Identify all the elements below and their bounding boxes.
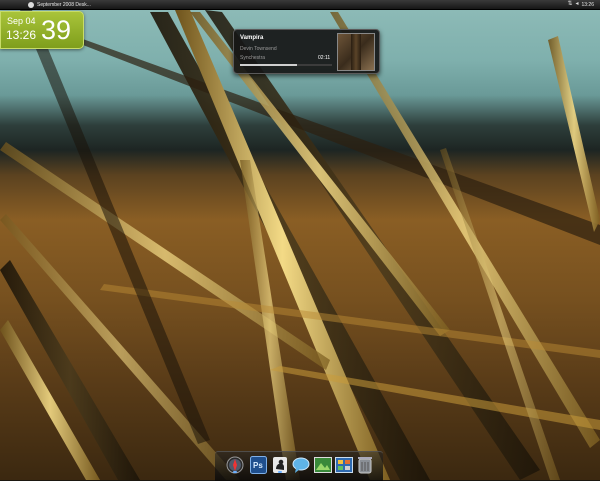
progress-bar[interactable] xyxy=(240,64,332,66)
arrow-updown-icon[interactable]: ⇅ xyxy=(567,0,572,9)
photo-image-icon[interactable] xyxy=(313,455,333,475)
photoshop-icon[interactable]: Ps xyxy=(248,455,268,475)
adium-duck-icon[interactable] xyxy=(270,455,290,475)
menubar-clock[interactable]: 13:26 xyxy=(581,2,594,8)
clock-widget[interactable]: Sep 04 13:26 39 xyxy=(0,11,84,49)
dock: Ps xyxy=(215,451,383,481)
window-title[interactable]: September 2008 Desk... xyxy=(37,2,91,8)
menu-bar: September 2008 Desk... ⇅ ◂ 13:26 xyxy=(0,0,600,10)
artist-name: Devin Townsend xyxy=(240,46,277,52)
clock-time: 13:26 xyxy=(6,28,37,42)
speaker-icon[interactable]: ◂ xyxy=(575,0,578,9)
album-name: Synchestra xyxy=(240,55,266,61)
elapsed-time: 02:11 xyxy=(318,55,331,61)
chat-bubble-icon[interactable] xyxy=(291,455,311,475)
app-menu-icon[interactable] xyxy=(28,1,34,8)
tree-trunk-album-art xyxy=(351,34,361,70)
trash-icon[interactable] xyxy=(355,455,375,475)
progress-fill xyxy=(240,64,298,66)
app-grid-icon[interactable] xyxy=(334,455,354,475)
song-title: Vampira xyxy=(240,35,264,41)
clock-date: Sep 04 xyxy=(7,16,36,26)
now-playing-widget[interactable]: Vampira Devin Townsend Synchestra 02:11 xyxy=(233,29,380,74)
running-indicator xyxy=(233,471,237,473)
running-indicator xyxy=(278,471,282,473)
svg-text:Ps: Ps xyxy=(253,461,263,470)
album-art-image[interactable] xyxy=(337,33,375,71)
system-tray: ⇅ ◂ 13:26 xyxy=(567,0,594,9)
safari-compass-icon[interactable] xyxy=(225,455,245,475)
clock-seconds: 39 xyxy=(41,15,72,45)
